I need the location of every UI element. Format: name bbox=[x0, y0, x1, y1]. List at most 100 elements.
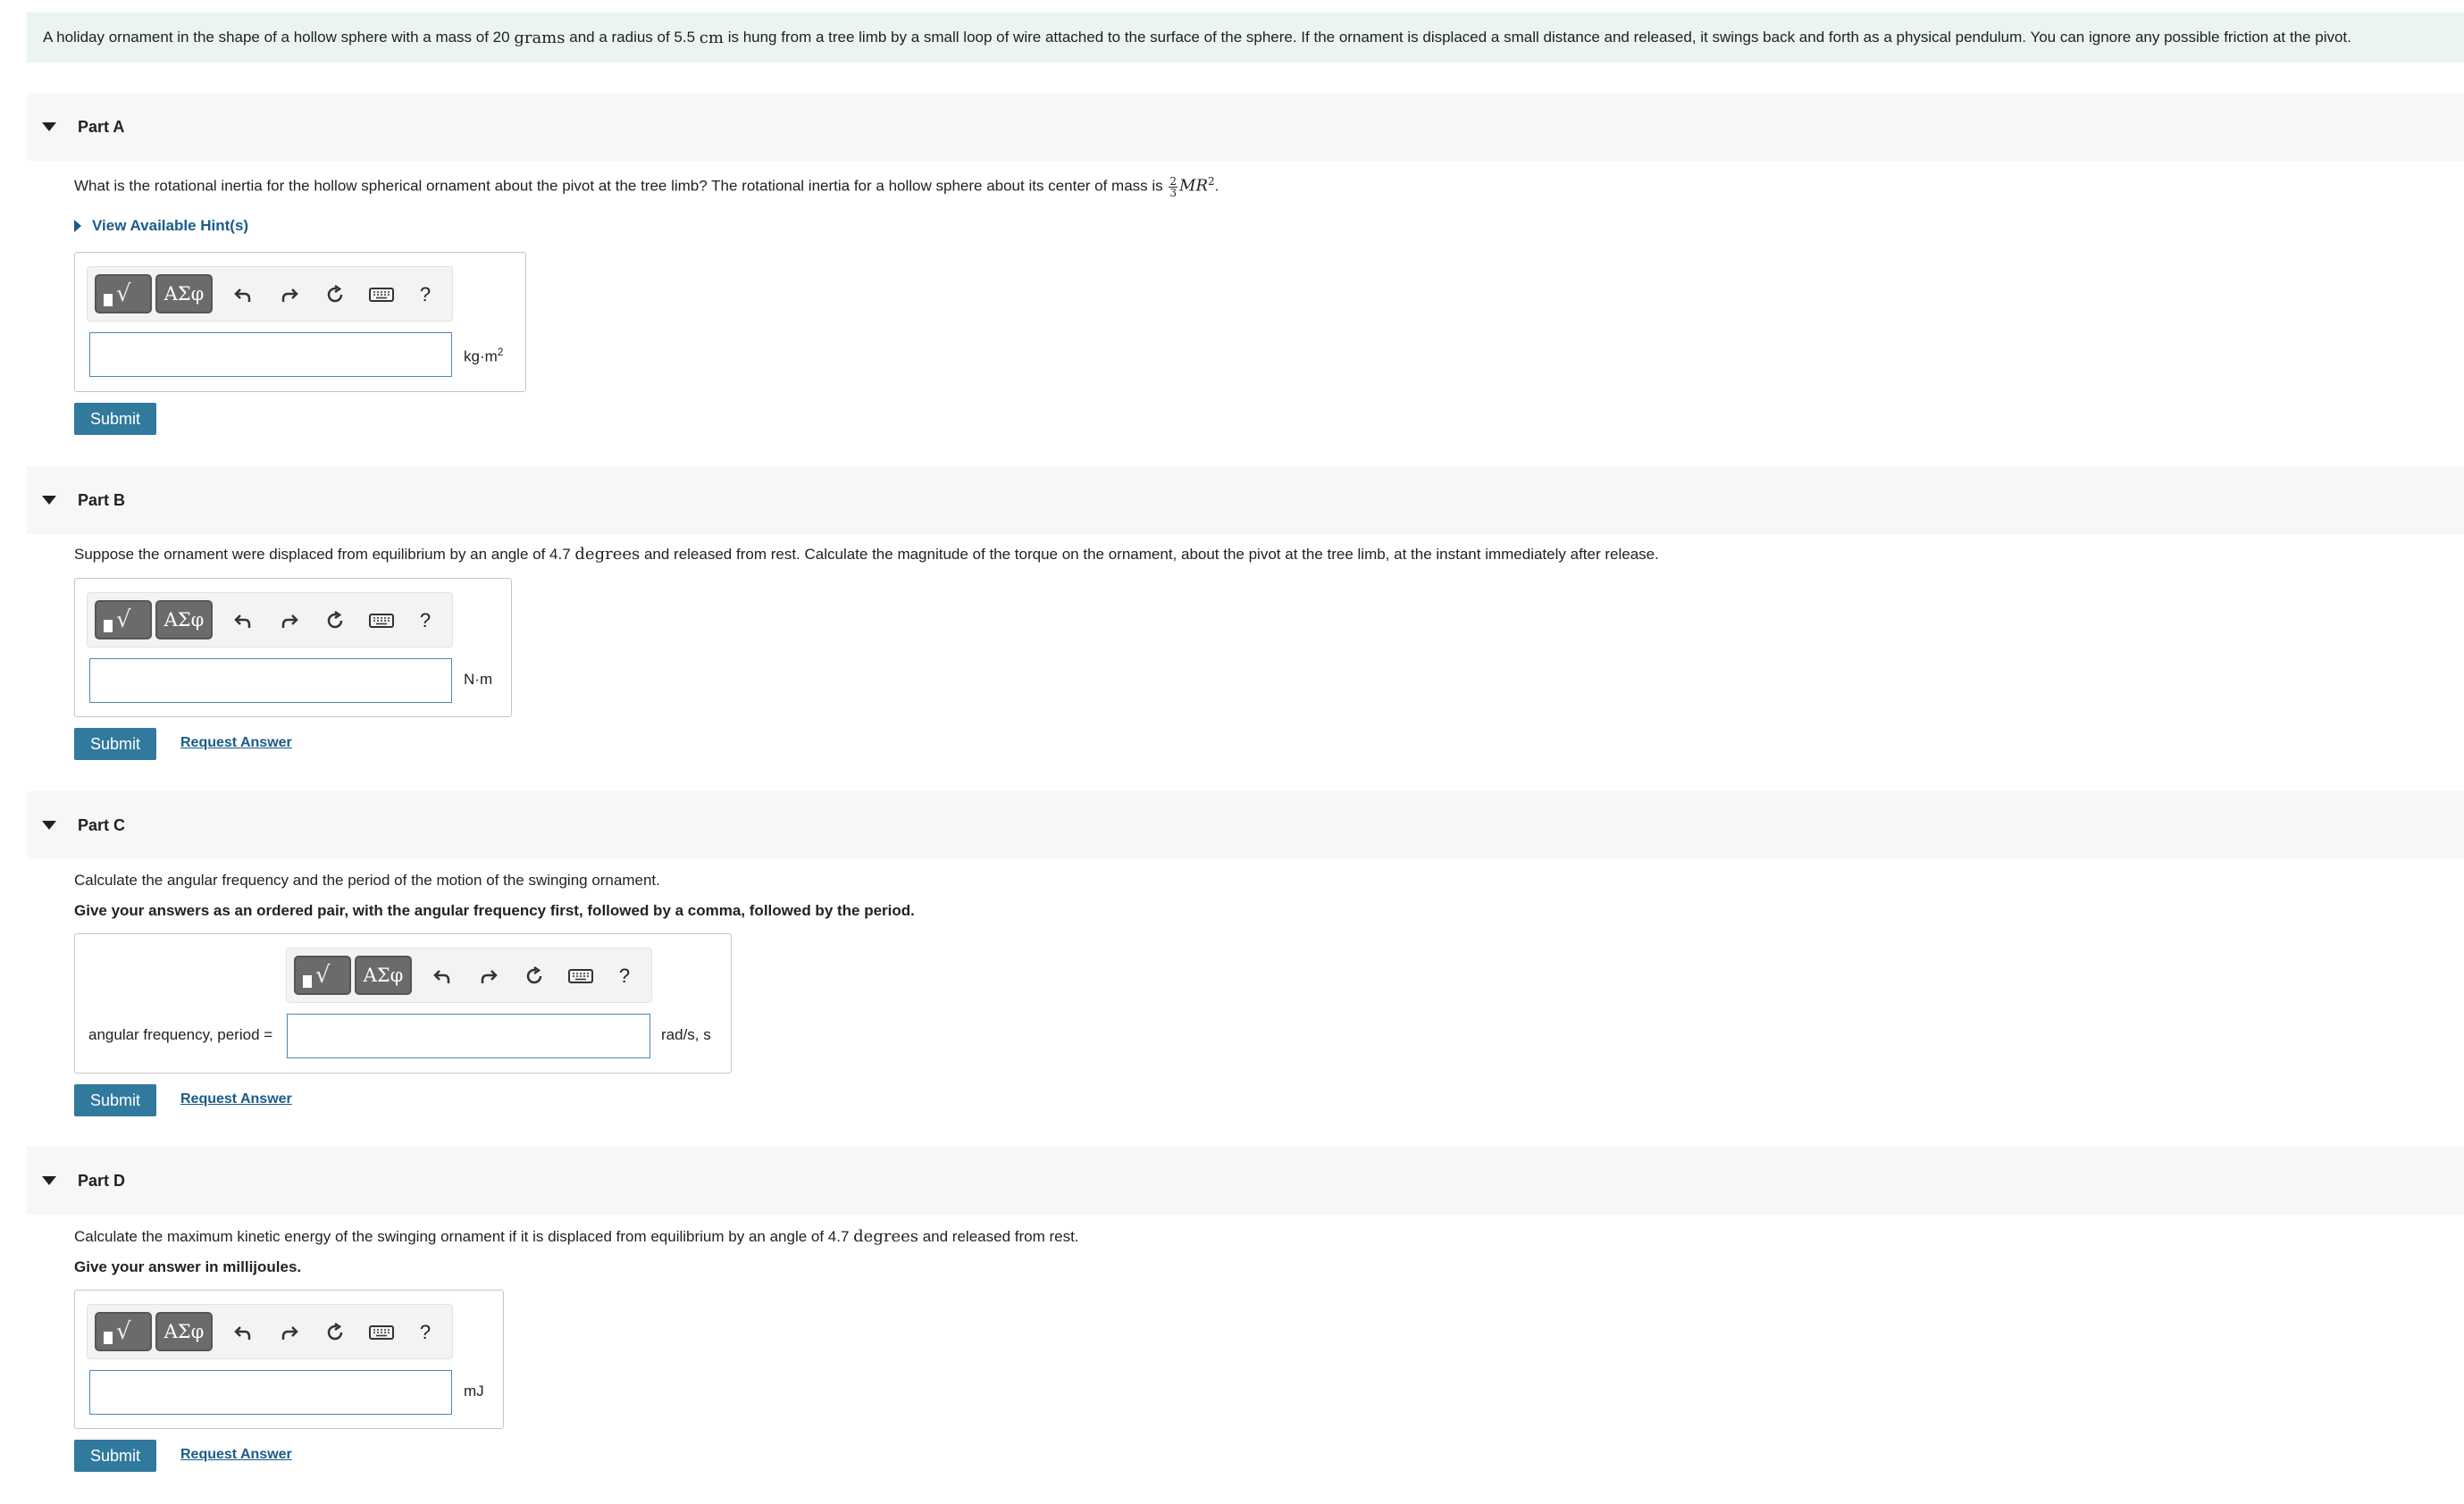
templates-button[interactable]: √ bbox=[294, 956, 351, 995]
part-d-request-answer-link[interactable]: Request Answer bbox=[180, 1447, 292, 1463]
reset-icon[interactable] bbox=[320, 606, 350, 636]
part-c-question: Calculate the angular frequency and the … bbox=[74, 872, 660, 889]
undo-icon[interactable] bbox=[228, 280, 258, 310]
fraction-denominator: 3 bbox=[1169, 186, 1178, 199]
part-d-answer-box: √ ΑΣφ ? mJ bbox=[74, 1290, 504, 1429]
part-b-title: Part B bbox=[78, 490, 126, 509]
fraction-numerator: 2 bbox=[1169, 174, 1178, 188]
problem-text-3: is hung from a tree limb by a small loop… bbox=[727, 29, 2351, 46]
math-toolbar: √ ΑΣφ ? bbox=[87, 266, 453, 322]
part-b-question-unit: degrees bbox=[574, 545, 641, 564]
symbols-button[interactable]: ΑΣφ bbox=[155, 600, 213, 639]
symbols-label: ΑΣφ bbox=[163, 283, 205, 305]
help-button[interactable]: ? bbox=[609, 961, 640, 991]
formula-exponent: 2 bbox=[1208, 175, 1215, 188]
undo-icon[interactable] bbox=[228, 1317, 258, 1348]
symbols-label: ΑΣφ bbox=[163, 609, 205, 631]
help-button[interactable]: ? bbox=[410, 606, 440, 636]
part-a-header[interactable]: Part A bbox=[27, 93, 2464, 161]
reset-icon[interactable] bbox=[320, 280, 350, 310]
part-d-submit-button[interactable]: Submit bbox=[74, 1440, 156, 1472]
template-square-icon bbox=[104, 620, 113, 632]
keyboard-icon[interactable] bbox=[366, 280, 397, 310]
part-d-instruction-text: Give your answer in millijoules. bbox=[74, 1258, 302, 1275]
redo-icon[interactable] bbox=[474, 961, 504, 991]
view-hints-toggle[interactable]: View Available Hint(s) bbox=[74, 217, 248, 235]
part-a-unit-text: kg·m bbox=[464, 347, 498, 365]
part-c-request-answer-link[interactable]: Request Answer bbox=[180, 1091, 292, 1107]
part-b-answer-box: √ ΑΣφ ? N·m bbox=[74, 578, 512, 717]
math-toolbar: √ ΑΣφ ? bbox=[87, 1304, 453, 1359]
reset-icon[interactable] bbox=[320, 1317, 350, 1348]
symbols-button[interactable]: ΑΣφ bbox=[155, 274, 213, 313]
problem-unit-cm: cm bbox=[699, 28, 724, 47]
problem-text-2: and a radius of 5.5 bbox=[569, 29, 696, 46]
part-d-unit: mJ bbox=[464, 1383, 484, 1400]
undo-icon[interactable] bbox=[427, 961, 457, 991]
part-c-header[interactable]: Part C bbox=[27, 791, 2464, 859]
symbols-label: ΑΣφ bbox=[163, 1321, 205, 1342]
redo-icon[interactable] bbox=[274, 1317, 305, 1348]
part-d-answer-input[interactable] bbox=[89, 1370, 452, 1415]
formula-period: . bbox=[1214, 177, 1219, 195]
part-a-answer-box: √ ΑΣφ ? kg·m2 bbox=[74, 252, 526, 392]
part-c-title: Part C bbox=[78, 815, 126, 834]
collapse-caret-icon bbox=[42, 821, 56, 830]
keyboard-icon[interactable] bbox=[366, 606, 397, 636]
radical-icon: √ bbox=[116, 280, 131, 307]
template-square-icon bbox=[104, 294, 113, 306]
part-d-question: Calculate the maximum kinetic energy of … bbox=[74, 1227, 1079, 1246]
part-b-unit: N·m bbox=[464, 671, 493, 688]
part-d-question-text-2: and released from rest. bbox=[918, 1228, 1079, 1245]
collapse-caret-icon bbox=[42, 122, 56, 131]
part-b-question-text-1: Suppose the ornament were displaced from… bbox=[74, 546, 575, 563]
part-b-submit-button[interactable]: Submit bbox=[74, 728, 156, 760]
part-a-submit-button[interactable]: Submit bbox=[74, 403, 156, 435]
keyboard-icon[interactable] bbox=[566, 961, 596, 991]
template-square-icon bbox=[104, 1332, 113, 1344]
part-a-answer-input[interactable] bbox=[89, 332, 452, 377]
problem-unit-grams: grams bbox=[514, 28, 566, 47]
part-c-unit: rad/s, s bbox=[661, 1026, 711, 1043]
part-a-title: Part A bbox=[78, 117, 125, 136]
part-c-input-label: angular frequency, period = bbox=[88, 1026, 273, 1043]
part-b-request-answer-link[interactable]: Request Answer bbox=[180, 735, 292, 751]
radical-icon: √ bbox=[315, 962, 331, 989]
part-a-unit-exponent: 2 bbox=[497, 346, 504, 358]
part-c-submit-button[interactable]: Submit bbox=[74, 1084, 156, 1116]
help-label: ? bbox=[419, 1321, 432, 1343]
part-a-question-text: What is the rotational inertia for the h… bbox=[74, 177, 1168, 195]
part-c-answer-box: √ ΑΣφ ? angular frequency, period = rad/… bbox=[74, 933, 732, 1074]
part-d-question-unit: degrees bbox=[853, 1227, 918, 1246]
problem-text-1: A holiday ornament in the shape of a hol… bbox=[43, 29, 510, 46]
fraction: 23 bbox=[1169, 176, 1178, 198]
help-label: ? bbox=[618, 965, 631, 987]
templates-button[interactable]: √ bbox=[95, 1312, 152, 1351]
symbols-button[interactable]: ΑΣφ bbox=[355, 956, 412, 995]
templates-button[interactable]: √ bbox=[95, 274, 152, 313]
part-a-question: What is the rotational inertia for the h… bbox=[74, 175, 1219, 198]
hint-label: View Available Hint(s) bbox=[92, 217, 249, 234]
undo-icon[interactable] bbox=[228, 606, 258, 636]
reset-icon[interactable] bbox=[519, 961, 549, 991]
math-toolbar: √ ΑΣφ ? bbox=[286, 948, 652, 1003]
templates-button[interactable]: √ bbox=[95, 600, 152, 639]
redo-icon[interactable] bbox=[274, 280, 305, 310]
part-d-header[interactable]: Part D bbox=[27, 1147, 2464, 1215]
radical-icon: √ bbox=[116, 1318, 131, 1345]
help-label: ? bbox=[419, 283, 432, 305]
keyboard-icon[interactable] bbox=[366, 1317, 397, 1348]
part-b-header[interactable]: Part B bbox=[27, 466, 2464, 534]
help-button[interactable]: ? bbox=[410, 1317, 440, 1348]
math-toolbar: √ ΑΣφ ? bbox=[87, 592, 453, 648]
redo-icon[interactable] bbox=[274, 606, 305, 636]
help-button[interactable]: ? bbox=[410, 280, 440, 310]
part-d-question-text-1: Calculate the maximum kinetic energy of … bbox=[74, 1228, 854, 1245]
help-label: ? bbox=[419, 609, 432, 631]
part-c-answer-input[interactable] bbox=[287, 1014, 650, 1058]
part-b-answer-input[interactable] bbox=[89, 658, 452, 703]
symbols-label: ΑΣφ bbox=[363, 965, 404, 986]
part-b-question: Suppose the ornament were displaced from… bbox=[74, 545, 1659, 564]
symbols-button[interactable]: ΑΣφ bbox=[155, 1312, 213, 1351]
radical-icon: √ bbox=[116, 606, 131, 633]
